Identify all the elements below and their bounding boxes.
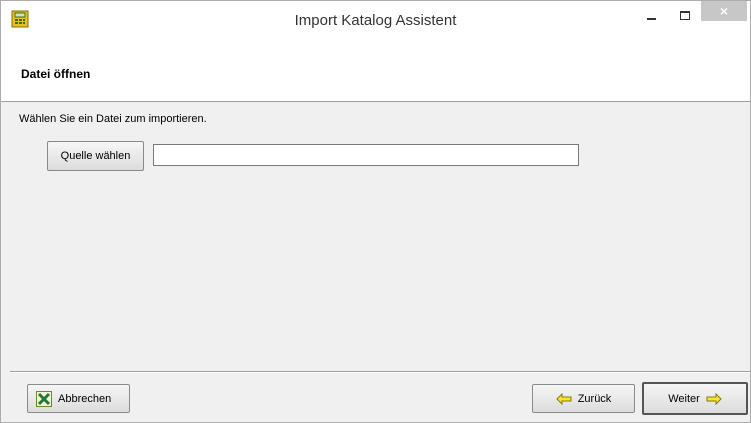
maximize-button[interactable] (671, 1, 699, 29)
excel-icon (36, 390, 52, 407)
minimize-icon (646, 18, 656, 20)
choose-source-label: Quelle wählen (60, 150, 131, 162)
wizard-window: Import Katalog Assistent × Datei öffnen … (0, 0, 751, 423)
minimize-button[interactable] (637, 1, 665, 29)
back-label: Zurück (577, 392, 612, 405)
arrow-left-icon (555, 392, 572, 405)
back-button[interactable]: Zurück (532, 384, 635, 413)
maximize-icon (680, 10, 690, 20)
footer-divider (10, 371, 750, 373)
title-bar[interactable]: Import Katalog Assistent × (1, 1, 750, 45)
arrow-right-icon (706, 392, 722, 405)
next-label: Weiter (668, 392, 700, 405)
close-icon: × (719, 3, 729, 19)
wizard-header: Datei öffnen (1, 45, 750, 102)
step-title: Datei öffnen (21, 67, 91, 81)
cancel-label: Abbrechen (58, 392, 112, 405)
cancel-button[interactable]: Abbrechen (27, 384, 130, 413)
choose-source-button[interactable]: Quelle wählen (47, 141, 144, 171)
file-path-input[interactable] (153, 144, 579, 166)
close-button[interactable]: × (701, 1, 747, 21)
next-button[interactable]: Weiter (642, 382, 748, 415)
instruction-text: Wählen Sie ein Datei zum importieren. (19, 113, 207, 125)
